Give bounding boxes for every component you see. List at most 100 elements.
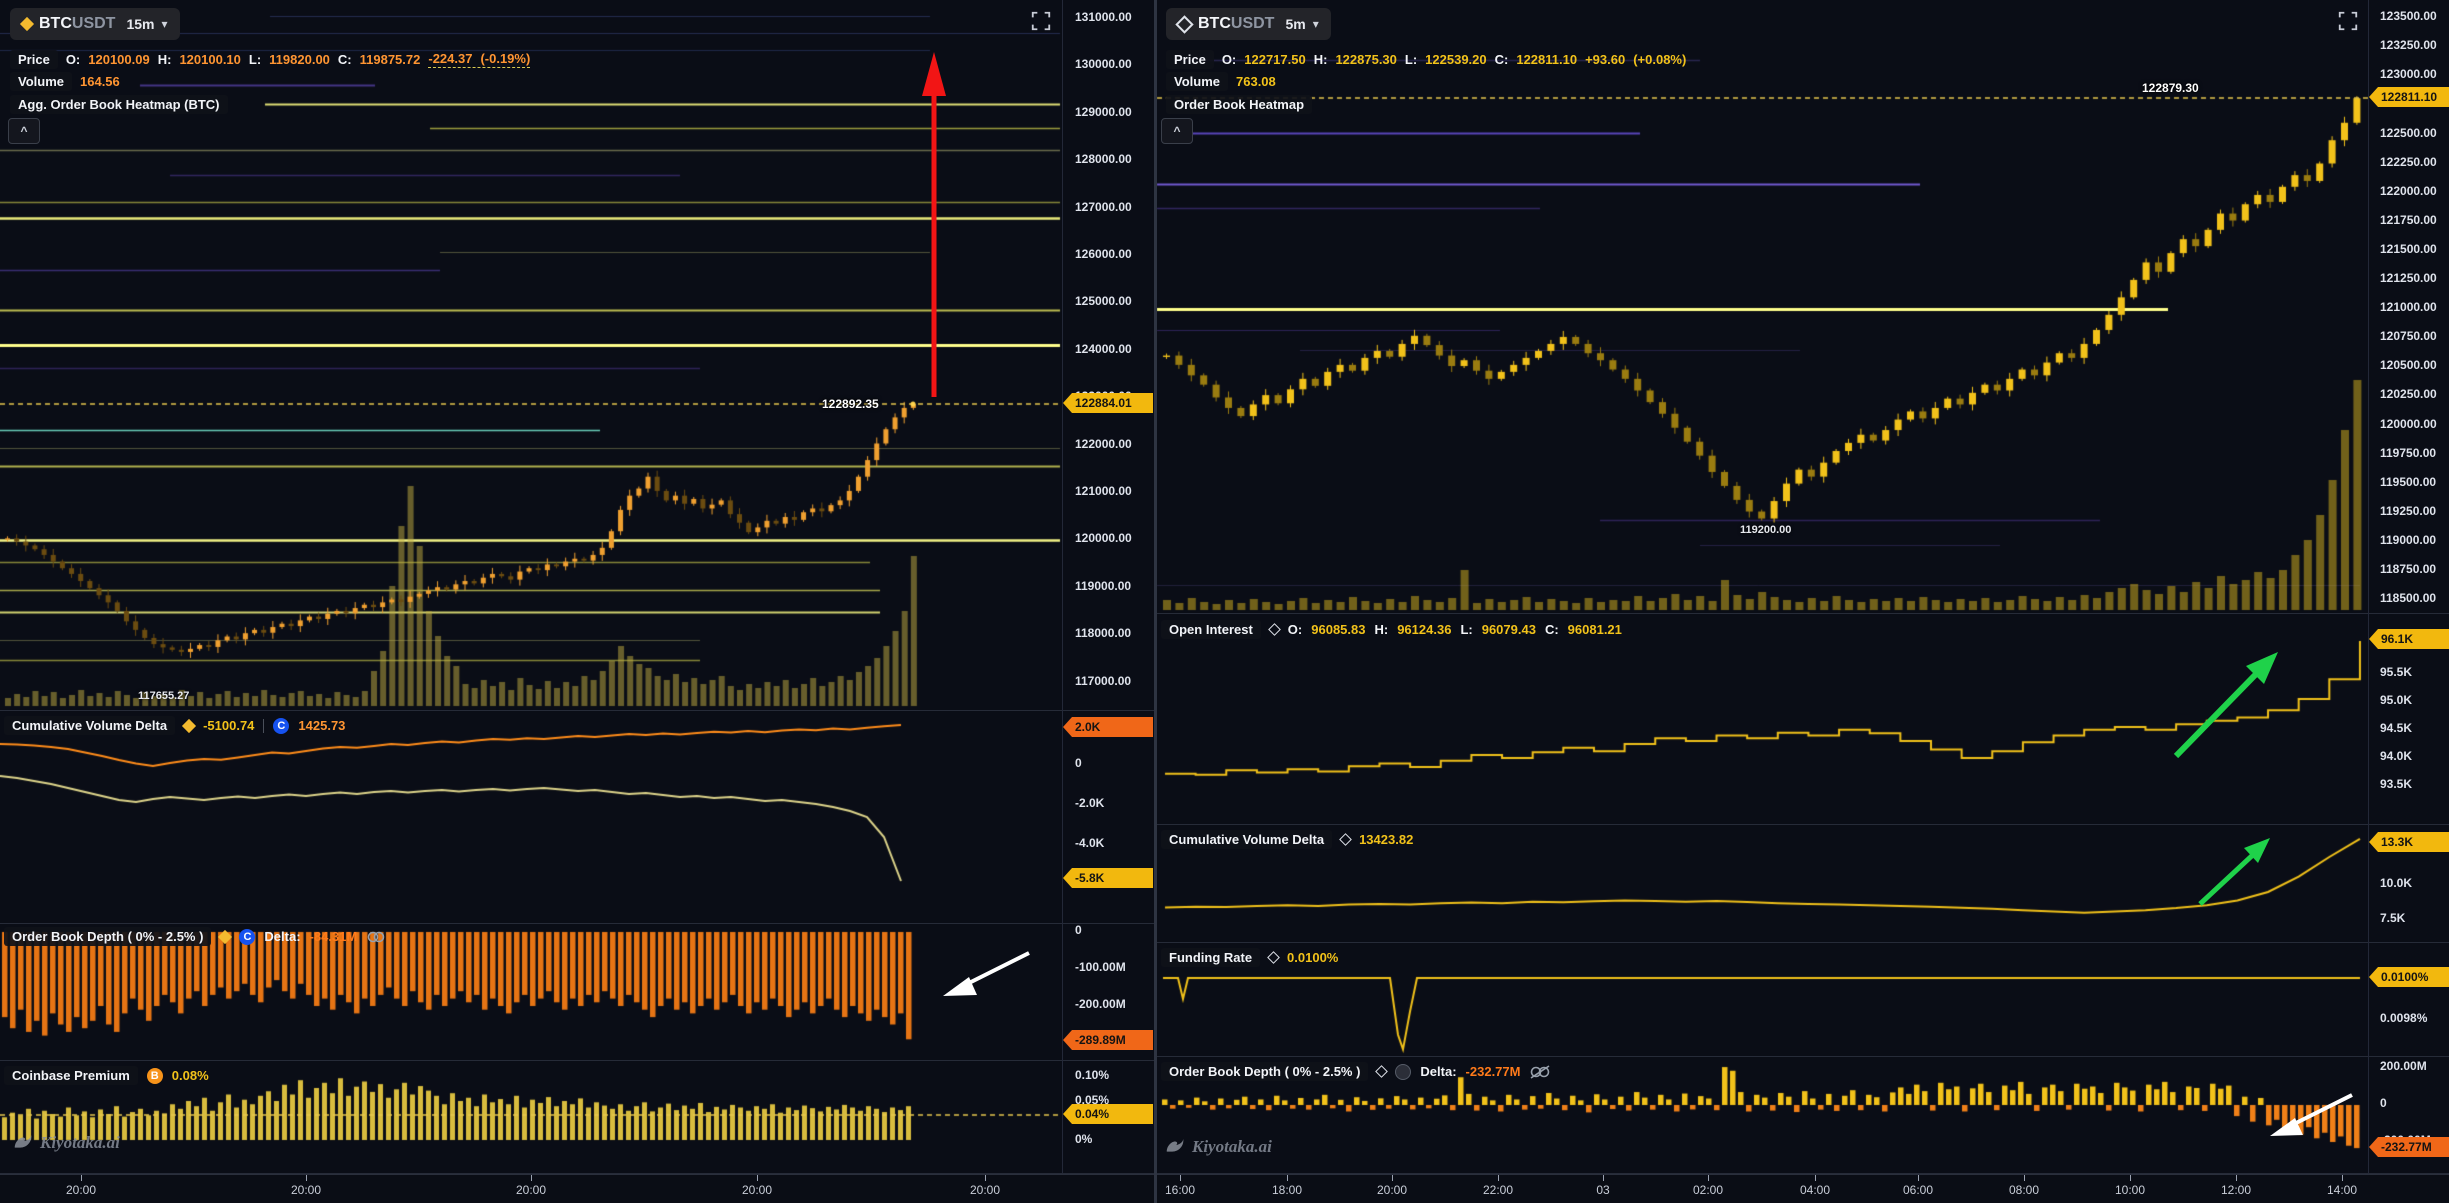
l-label: L: [1460,622,1472,637]
red-up-arrow [919,52,949,402]
green-arrow-cvd [2190,828,2285,913]
swan-icon [12,1132,34,1154]
heatmap-label-row-left: Agg. Order Book Heatmap (BTC) [10,95,228,114]
swan-icon [1164,1136,1186,1158]
axis-label-right-price: 118500.00 [2380,591,2436,605]
axis-label-right-price: 122250.00 [2380,155,2437,169]
unlink-icon[interactable] [1529,1065,1551,1079]
axis-label-left-price: 131000.00 [1075,10,1132,24]
time-tick [1708,1175,1709,1181]
axis-label-left-price: 128000.00 [1075,152,1132,166]
separator [0,1060,1155,1061]
coinbase-icon: C [273,718,289,734]
axis-label-right-price: 118750.00 [2380,562,2436,576]
aggregated-exchange-icon [1376,1065,1389,1078]
volume-row-right: Volume 763.08 [1166,72,1276,91]
fullscreen-button-left[interactable] [1030,10,1052,32]
time-tick [306,1175,307,1181]
heatmap-label: Order Book Heatmap [1166,95,1312,114]
exchange-icon-secondary [1395,1064,1411,1080]
price-label: Price [10,50,58,69]
price-marker: 122879.30 [2142,81,2199,95]
h-label: H: [1374,622,1388,637]
axis-tag-right-funding: 0.0100% [2369,967,2449,987]
time-tick [531,1175,532,1181]
collapse-button-right[interactable]: ^ [1161,118,1193,144]
brand-text: Kiyotaka.ai [1192,1137,1272,1157]
axis-label-left-price: 122000.00 [1075,437,1132,451]
axis-label-left-price: 124000.00 [1075,342,1132,356]
chevron-down-icon: ▾ [161,17,167,31]
time-tick [1603,1175,1604,1181]
axis-label-left-cvd: -2.0K [1075,796,1104,810]
aggregated-exchange-icon [1175,15,1193,33]
open-value: 122717.50 [1244,52,1305,67]
price-marker: 122892.35 [822,397,879,411]
time-label: 04:00 [1791,1183,1839,1197]
collapse-button-left[interactable]: ^ [8,118,40,144]
axis-label-left-price: 119000.00 [1075,579,1131,593]
price-marker: 117655.27 [138,690,189,702]
symbol-selector-right[interactable]: BTC USDT 5m ▾ [1166,8,1331,40]
oi-high: 96124.36 [1397,622,1451,637]
close-value: 119875.72 [360,52,421,67]
binance-icon [218,929,232,943]
pair-base: BTC [39,15,72,33]
axis-label-left-price: 126000.00 [1075,247,1132,261]
axis-label-right-price: 121500.00 [2380,242,2437,256]
axis-tag-left-cvd: -5.8K [1063,868,1153,888]
oi-label: Open Interest [1161,620,1261,639]
time-tick [1287,1175,1288,1181]
chevron-down-icon: ▾ [1313,17,1319,31]
o-label: O: [1222,52,1236,67]
change-pct: (+0.08%) [1633,52,1686,67]
link-icon[interactable] [366,930,386,944]
axis-label-right-price: 119500.00 [2380,475,2436,489]
axis-label-left-price: 125000.00 [1075,294,1132,308]
bitcoin-icon: B [147,1068,163,1084]
time-label: 18:00 [1263,1183,1311,1197]
h-label: H: [158,52,172,67]
funding-label: Funding Rate [1161,948,1260,967]
brand-text: Kiyotaka.ai [40,1133,120,1153]
time-tick [1180,1175,1181,1181]
time-label: 03 [1579,1183,1627,1197]
axis-label-left-price: 130000.00 [1075,57,1132,71]
delta-label: Delta: [1420,1064,1456,1079]
aggregated-exchange-icon [1268,623,1281,636]
axis-label-left-obd: 0 [1075,923,1082,937]
time-label: 20:00 [282,1183,330,1197]
price-row-right: Price O: 122717.50 H: 122875.30 L: 12253… [1166,50,1686,69]
chevron-up-icon: ^ [20,124,27,138]
axis-label-right-oi: 94.0K [2380,749,2412,763]
axis-label-right-oi: 95.5K [2380,665,2412,679]
coinbase-icon: C [239,929,255,945]
cvd-binance-value: -5100.74 [203,718,254,733]
symbol-selector-left[interactable]: BTC USDT 15m ▾ [10,8,180,40]
time-label: 02:00 [1684,1183,1732,1197]
charts-canvas[interactable] [0,0,2449,1203]
change-value: +93.60 [1585,52,1625,67]
time-label: 20:00 [57,1183,105,1197]
time-label: 06:00 [1894,1183,1942,1197]
axis-tag-left-obd: -289.89M [1063,1030,1153,1050]
low-value: 119820.00 [269,52,330,67]
axis-label-right-obd: 200.00M [2380,1059,2427,1073]
cvd-value: 13423.82 [1359,832,1413,847]
axis-label-right-price: 123000.00 [2380,67,2437,81]
timeframe: 5m [1285,16,1305,32]
time-label: 22:00 [1474,1183,1522,1197]
time-axis[interactable]: 20:0020:0020:0020:0020:0016:0018:0020:00… [0,1174,2449,1203]
axis-label-right-price: 121000.00 [2380,300,2437,314]
pair-quote: USDT [1231,15,1275,33]
volume-value: 763.08 [1236,74,1276,89]
fullscreen-button-right[interactable] [2337,10,2359,32]
axis-label-left-price: 120000.00 [1075,531,1132,545]
axis-label-right-price: 121750.00 [2380,213,2437,227]
oi-close: 96081.21 [1568,622,1622,637]
timeframe: 15m [126,16,154,32]
cvd-header-right: Cumulative Volume Delta 13423.82 [1161,830,1413,849]
price-marker: 119200.00 [1740,524,1791,536]
premium-header-left: Coinbase Premium B 0.08% [4,1066,209,1085]
panel-divider[interactable] [1154,0,1157,1203]
